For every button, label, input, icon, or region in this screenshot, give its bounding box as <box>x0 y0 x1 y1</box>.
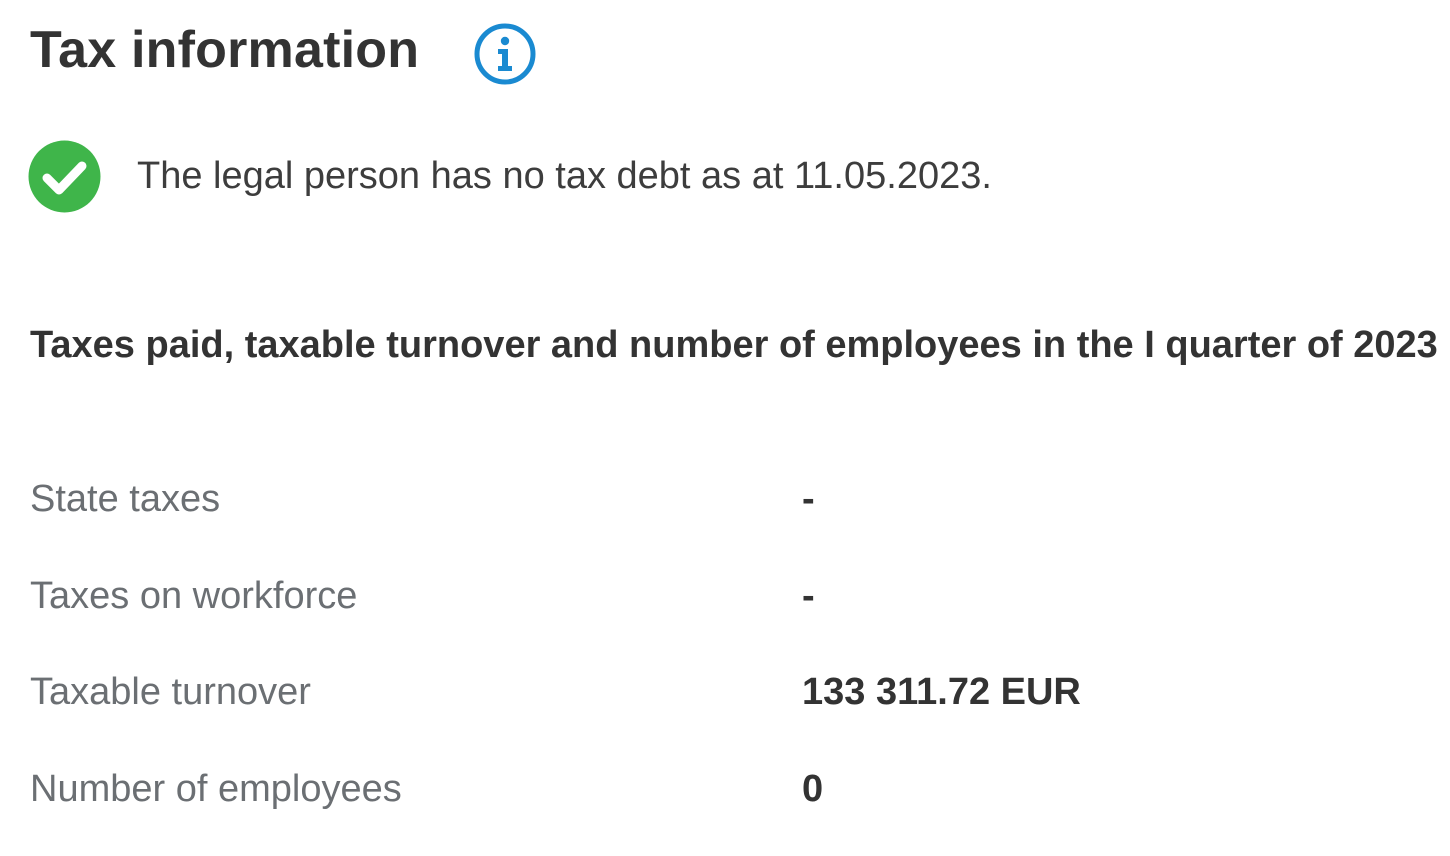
table-row-taxable-turnover: Taxable turnover 133 311.72 EUR <box>30 663 1430 760</box>
state-taxes-label: State taxes <box>30 470 220 528</box>
tax-debt-status-text: The legal person has no tax debt as at 1… <box>137 140 992 213</box>
info-icon[interactable] <box>473 22 537 86</box>
section-title: Taxes paid, taxable turnover and number … <box>30 316 1440 374</box>
workforce-taxes-value: - <box>802 567 815 625</box>
state-taxes-value: - <box>802 470 815 528</box>
page-title: Tax information <box>30 17 419 83</box>
check-circle-icon <box>28 140 101 213</box>
employees-value: 0 <box>802 760 823 818</box>
header: Tax information <box>30 14 537 86</box>
table-row-state-taxes: State taxes - <box>30 470 1430 567</box>
employees-label: Number of employees <box>30 760 402 818</box>
table-row-employees: Number of employees 0 <box>30 760 1430 856</box>
workforce-taxes-label: Taxes on workforce <box>30 567 357 625</box>
taxable-turnover-value: 133 311.72 EUR <box>802 663 1081 721</box>
tax-details-table: State taxes - Taxes on workforce - Taxab… <box>30 470 1430 856</box>
taxable-turnover-label: Taxable turnover <box>30 663 311 721</box>
tax-debt-status: The legal person has no tax debt as at 1… <box>28 140 992 213</box>
table-row-workforce-taxes: Taxes on workforce - <box>30 567 1430 664</box>
